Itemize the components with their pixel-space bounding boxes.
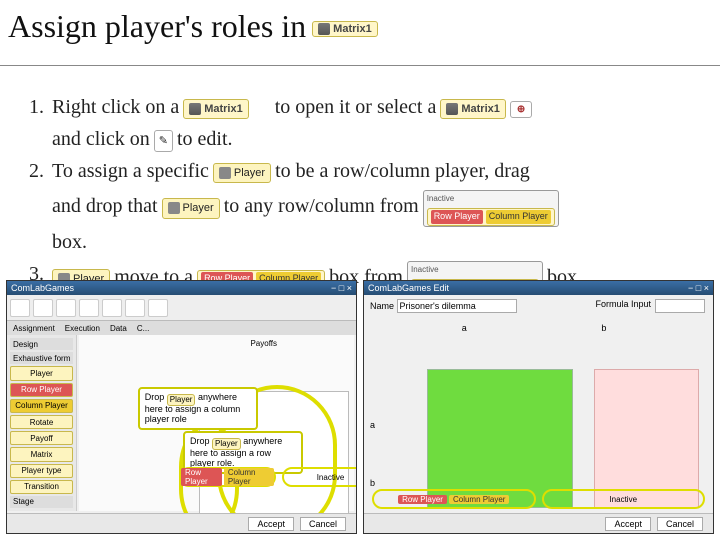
matrix-icon xyxy=(189,103,201,115)
matrix-chip: Matrix1 xyxy=(312,21,378,37)
rowcol-chip: Row PlayerColumn Player xyxy=(427,208,555,226)
name-field: Name xyxy=(370,299,517,313)
player-type-button[interactable]: Player type xyxy=(10,464,73,478)
window-controls[interactable]: − □ × xyxy=(331,283,352,293)
sidebar-label: Design xyxy=(10,338,73,350)
matrix-button[interactable]: Matrix xyxy=(10,447,73,461)
screenshot-left: ComLabGames − □ × Assignment Execution D… xyxy=(6,280,357,534)
toolbar xyxy=(7,295,356,321)
toolbar-button[interactable] xyxy=(33,299,53,317)
payoffs-label: Payoffs xyxy=(250,339,277,348)
window-controls[interactable]: − □ × xyxy=(688,283,709,293)
callout-column: Drop Player anywhere here to assign a co… xyxy=(138,387,258,430)
page-title: Assign player's roles in xyxy=(8,8,306,45)
text: To assign a specific xyxy=(52,156,209,186)
edit-icon: ✎ xyxy=(154,130,173,153)
cell-a[interactable] xyxy=(427,369,574,508)
sidebar-label: Exhaustive form xyxy=(10,352,73,364)
step-number: 2. xyxy=(16,156,44,259)
rotate-button[interactable]: Rotate xyxy=(10,415,73,429)
col-header-b: b xyxy=(601,323,606,333)
tab[interactable]: C... xyxy=(137,324,149,333)
toolbar-button[interactable] xyxy=(79,299,99,317)
toolbar-button[interactable] xyxy=(102,299,122,317)
sidebar: Design Exhaustive form Player Row Player… xyxy=(7,335,77,511)
text: to edit. xyxy=(177,124,233,154)
screenshot-right: ComLabGames Edit − □ × Name Formula Inpu… xyxy=(363,280,714,534)
tab[interactable]: Execution xyxy=(65,324,100,333)
player-icon xyxy=(219,167,231,179)
text: and click on xyxy=(52,124,150,154)
name-input[interactable] xyxy=(397,299,517,313)
formula-input[interactable] xyxy=(655,299,705,313)
tab[interactable]: Data xyxy=(110,324,127,333)
plus-icon: ⊕ xyxy=(510,101,532,118)
formula-field: Formula Input xyxy=(595,299,705,313)
stage-label: Stage xyxy=(10,496,73,508)
matrix-icon xyxy=(318,23,330,35)
cancel-button[interactable]: Cancel xyxy=(300,517,346,531)
text: Right click on a xyxy=(52,92,179,122)
text: box. xyxy=(52,227,87,257)
cell-b[interactable] xyxy=(594,369,699,508)
player-button[interactable]: Player xyxy=(10,366,73,380)
accept-button[interactable]: Accept xyxy=(248,517,294,531)
inactive-zone[interactable]: Inactive xyxy=(542,489,706,509)
payoff-button[interactable]: Payoff xyxy=(10,431,73,445)
matrix-chip: Matrix1 xyxy=(183,99,249,120)
cancel-button[interactable]: Cancel xyxy=(657,517,703,531)
inactive-zone[interactable]: Inactive xyxy=(282,467,357,487)
toolbar-button[interactable] xyxy=(148,299,168,317)
matrix-icon xyxy=(446,103,458,115)
column-player-button[interactable]: Column Player xyxy=(10,399,73,413)
tab[interactable]: Assignment xyxy=(13,324,55,333)
row-player-button[interactable]: Row Player xyxy=(10,383,73,397)
window-titlebar: ComLabGames − □ × xyxy=(7,281,356,295)
player-chip: Player xyxy=(162,198,220,219)
row-header-a: a xyxy=(370,420,375,430)
col-header-a: a xyxy=(462,323,467,333)
matrix-chip: Matrix1 xyxy=(440,99,506,120)
text: to any row/column from xyxy=(224,191,419,221)
step-number: 1. xyxy=(16,92,44,156)
toolbar-button[interactable] xyxy=(10,299,30,317)
canvas[interactable]: Payoffs Drop Player anywhere here to ass… xyxy=(79,335,354,511)
text: and drop that xyxy=(52,191,158,221)
player-chip: Player xyxy=(213,163,271,184)
inactive-box-chip: Inactive Row PlayerColumn Player xyxy=(423,190,559,227)
player-icon xyxy=(168,202,180,214)
window-titlebar: ComLabGames Edit − □ × xyxy=(364,281,713,295)
text: to be a row/column player, drag xyxy=(275,156,530,186)
instruction-list: 1. Right click on a Matrix1 to open it o… xyxy=(0,66,720,307)
accept-button[interactable]: Accept xyxy=(605,517,651,531)
text: to open it or select a xyxy=(275,92,437,122)
tabs: Assignment Execution Data C... xyxy=(7,321,356,335)
toolbar-button[interactable] xyxy=(56,299,76,317)
role-zone[interactable]: Row PlayerColumn Player xyxy=(179,467,276,487)
row-header-b: b xyxy=(370,478,375,488)
role-zone[interactable]: Row PlayerColumn Player xyxy=(372,489,536,509)
transition-button[interactable]: Transition xyxy=(10,480,73,494)
toolbar-button[interactable] xyxy=(125,299,145,317)
